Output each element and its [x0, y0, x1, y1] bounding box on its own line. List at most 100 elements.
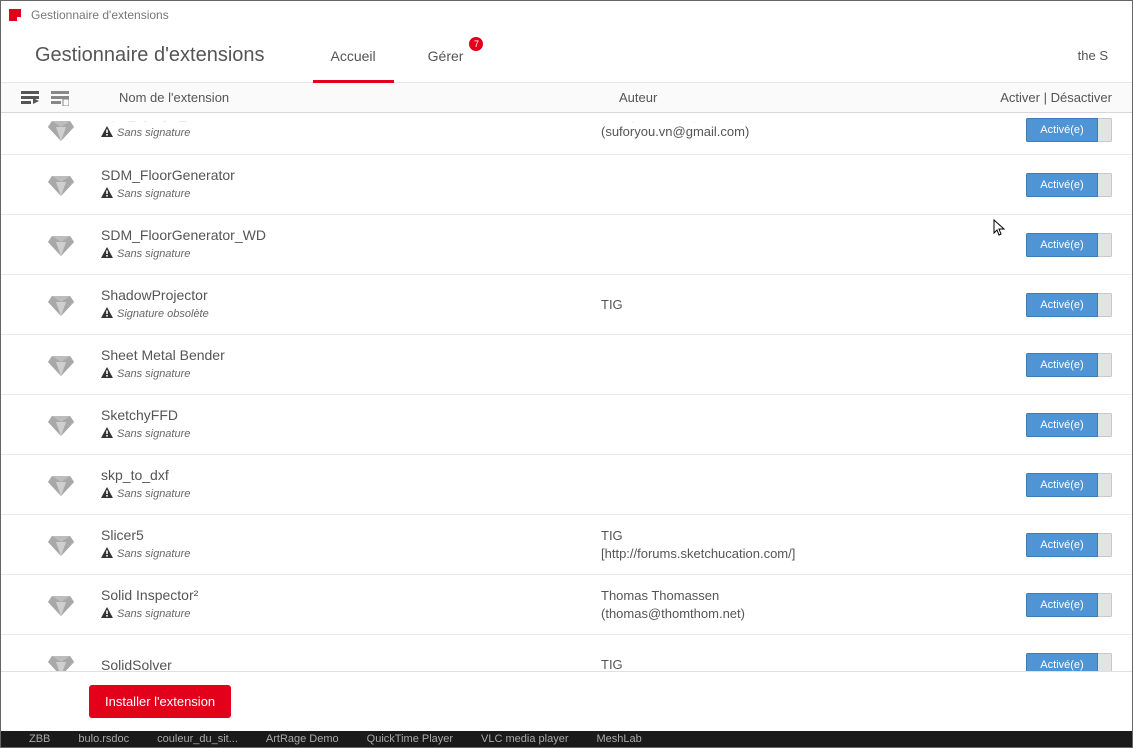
- extension-row[interactable]: Sheet Metal BenderSans signature Activé(e…: [1, 335, 1132, 395]
- taskbar-item[interactable]: ZBB: [29, 733, 50, 745]
- extension-name: SDM_FloorGenerator_WD: [101, 227, 601, 243]
- toggle-knob: [1098, 233, 1112, 257]
- tabs: Accueil Gérer 7: [305, 29, 490, 82]
- enable-toggle[interactable]: Activé(e): [1026, 233, 1112, 257]
- extension-gem-icon: [21, 534, 101, 556]
- header-right-text: the S: [1078, 48, 1108, 63]
- toggle-label: Activé(e): [1026, 173, 1098, 197]
- extension-toggle-cell: Activé(e): [992, 473, 1112, 497]
- extension-gem-icon: [21, 594, 101, 616]
- sketchup-icon: [7, 7, 23, 23]
- toggle-knob: [1098, 413, 1112, 437]
- toggle-knob: [1098, 118, 1112, 142]
- extension-main: skp_to_dxf Sans signature: [101, 467, 601, 503]
- signature-text: Sans signature: [117, 248, 190, 260]
- view-mode-icon-2[interactable]: [51, 90, 69, 106]
- column-header-bar: Nom de l'extension Auteur Activer | Désa…: [1, 83, 1132, 113]
- extension-main: Sheet Metal BenderSans signature: [101, 347, 601, 383]
- signature-line: Sans signature: [101, 545, 601, 563]
- toggle-label: Activé(e): [1026, 293, 1098, 317]
- signature-text: Sans signature: [117, 127, 190, 139]
- extension-main: SketchyFFD Sans signature: [101, 407, 601, 443]
- toggle-label: Activé(e): [1026, 593, 1098, 617]
- extension-toggle-cell: Activé(e): [992, 413, 1112, 437]
- taskbar-item[interactable]: couleur_du_sit...: [157, 733, 238, 745]
- extension-gem-icon: [21, 654, 101, 672]
- signature-line: Sans signature: [101, 124, 601, 142]
- extension-row[interactable]: skp_to_dxf Sans signature Activé(e): [1, 455, 1132, 515]
- extension-main: Solid Inspector²Sans signature: [101, 587, 601, 623]
- author-line1: Huynh Duong Phuong Vi: [601, 119, 992, 123]
- extension-row[interactable]: Slicer5Sans signatureTIG[http://forums.s…: [1, 515, 1132, 575]
- extension-main: SDM_FloorGeneratorSans signature: [101, 167, 601, 203]
- signature-text: Sans signature: [117, 488, 190, 500]
- header: Gestionnaire d'extensions Accueil Gérer …: [1, 29, 1132, 83]
- column-header-toggle[interactable]: Activer | Désactiver: [962, 90, 1112, 105]
- taskbar-item[interactable]: VLC media player: [481, 733, 568, 745]
- extension-row[interactable]: SDM_FloorGenerator_WD Sans signature Activ…: [1, 215, 1132, 275]
- toggle-knob: [1098, 533, 1112, 557]
- taskbar-item[interactable]: bulo.rsdoc: [78, 733, 129, 745]
- enable-toggle[interactable]: Activé(e): [1026, 653, 1112, 672]
- extension-list[interactable]: s4u Faire la Face Sans signature Huynh Duo…: [1, 113, 1132, 671]
- extension-gem-icon: [21, 474, 101, 496]
- toggle-label: Activé(e): [1026, 413, 1098, 437]
- column-header-author[interactable]: Auteur: [619, 90, 962, 105]
- extension-author: Thomas Thomassen(thomas@thomthom.net): [601, 587, 992, 622]
- tab-accueil[interactable]: Accueil: [305, 29, 402, 82]
- extension-gem-icon: [21, 234, 101, 256]
- enable-toggle[interactable]: Activé(e): [1026, 533, 1112, 557]
- footer: Installer l'extension: [1, 671, 1132, 731]
- warning-icon: [101, 305, 113, 323]
- extension-row[interactable]: SolidSolverTIGActivé(e): [1, 635, 1132, 671]
- enable-toggle[interactable]: Activé(e): [1026, 593, 1112, 617]
- toggle-label: Activé(e): [1026, 473, 1098, 497]
- warning-icon: [101, 365, 113, 383]
- taskbar-item[interactable]: QuickTime Player: [367, 733, 453, 745]
- view-mode-icon-1[interactable]: [21, 90, 39, 106]
- signature-text: Sans signature: [117, 548, 190, 560]
- toggle-knob: [1098, 353, 1112, 377]
- extension-row[interactable]: s4u Faire la Face Sans signature Huynh Duo…: [1, 113, 1132, 155]
- install-extension-button[interactable]: Installer l'extension: [89, 685, 231, 718]
- os-taskbar: ZBB bulo.rsdoc couleur_du_sit... ArtRage De…: [1, 731, 1132, 747]
- enable-toggle[interactable]: Activé(e): [1026, 413, 1112, 437]
- signature-line: Sans signature: [101, 425, 601, 443]
- enable-toggle[interactable]: Activé(e): [1026, 173, 1112, 197]
- taskbar-item[interactable]: ArtRage Demo: [266, 733, 339, 745]
- warning-icon: [101, 485, 113, 503]
- extension-row[interactable]: ShadowProjectorSignature obsolèteTIG Acti…: [1, 275, 1132, 335]
- extension-toggle-cell: Activé(e): [992, 293, 1112, 317]
- extension-manager-window: Gestionnaire d'extensions Gestionnaire d…: [0, 0, 1133, 748]
- enable-toggle[interactable]: Activé(e): [1026, 353, 1112, 377]
- signature-text: Sans signature: [117, 428, 190, 440]
- extension-main: ShadowProjectorSignature obsolète: [101, 287, 601, 323]
- extension-author: TIG[http://forums.sketchucation.com/]: [601, 527, 992, 562]
- extension-name: skp_to_dxf: [101, 467, 601, 483]
- warning-icon: [101, 185, 113, 203]
- author-line2: (thomas@thomthom.net): [601, 605, 992, 623]
- toggle-knob: [1098, 593, 1112, 617]
- signature-line: Sans signature: [101, 605, 601, 623]
- extension-row[interactable]: SDM_FloorGeneratorSans signature Activé(e…: [1, 155, 1132, 215]
- column-header-name[interactable]: Nom de l'extension: [119, 90, 619, 105]
- enable-toggle[interactable]: Activé(e): [1026, 473, 1112, 497]
- enable-toggle[interactable]: Activé(e): [1026, 293, 1112, 317]
- tab-gerer-badge: 7: [469, 37, 483, 51]
- extension-row[interactable]: Solid Inspector²Sans signatureThomas Tho…: [1, 575, 1132, 635]
- signature-line: Sans signature: [101, 185, 601, 203]
- extension-toggle-cell: Activé(e): [992, 118, 1112, 142]
- tab-gerer[interactable]: Gérer 7: [402, 29, 490, 82]
- enable-toggle[interactable]: Activé(e): [1026, 118, 1112, 142]
- extension-toggle-cell: Activé(e): [992, 353, 1112, 377]
- extension-toggle-cell: Activé(e): [992, 533, 1112, 557]
- taskbar-item[interactable]: MeshLab: [596, 733, 641, 745]
- extension-toggle-cell: Activé(e): [992, 173, 1112, 197]
- extension-name: s4u Faire la Face: [101, 118, 601, 122]
- warning-icon: [101, 425, 113, 443]
- extension-gem-icon: [21, 174, 101, 196]
- extension-name: SketchyFFD: [101, 407, 601, 423]
- extension-author: TIG: [601, 296, 992, 314]
- extension-row[interactable]: SketchyFFD Sans signature Activé(e): [1, 395, 1132, 455]
- toggle-label: Activé(e): [1026, 533, 1098, 557]
